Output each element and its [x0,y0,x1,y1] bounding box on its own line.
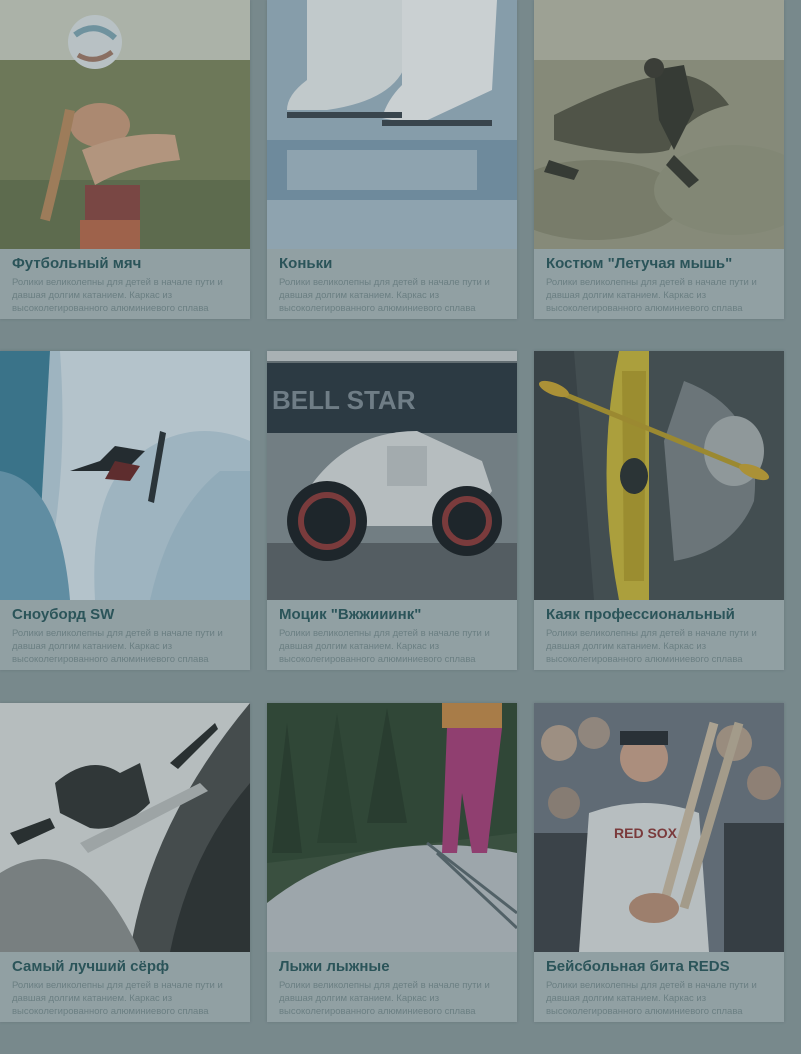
product-info: Моцик "Вжжииинк" Ролики великолепны для … [267,600,517,670]
snowboarder-icon[interactable] [0,351,250,600]
product-description: Ролики великолепны для детей в начале пу… [546,277,757,314]
product-card[interactable]: RED SOX Бейсбольная бита REDS Ролики вел… [534,703,784,1022]
product-info: Бейсбольная бита REDS Ролики великолепны… [534,952,784,1022]
product-card[interactable]: Каяк профессиональный Ролики великолепны… [534,351,784,670]
product-grid: Футбольный мяч Ролики великолепны для де… [0,0,801,1054]
product-info: Лыжи лыжные Ролики великолепны для детей… [267,952,517,1022]
product-title[interactable]: Моцик "Вжжииинк" [279,606,505,624]
product-title[interactable]: Коньки [279,255,505,273]
product-card[interactable]: Самый лучший сёрф Ролики великолепны для… [0,703,250,1022]
product-title[interactable]: Костюм "Летучая мышь" [546,255,772,273]
product-card[interactable]: BELL STAR Моцик "Вжжииинк" Ролики велико… [267,351,517,670]
product-description: Ролики великолепны для детей в начале пу… [546,980,757,1017]
kayak-icon[interactable] [534,351,784,600]
ice-skates-icon[interactable] [267,0,517,249]
product-card[interactable]: Коньки Ролики великолепны для детей в на… [267,0,517,319]
product-info: Костюм "Летучая мышь" Ролики великолепны… [534,249,784,319]
product-description: Ролики великолепны для детей в начале пу… [546,628,757,665]
product-info: Самый лучший сёрф Ролики великолепны для… [0,952,250,1022]
product-info: Сноуборд SW Ролики великолепны для детей… [0,600,250,670]
product-card[interactable]: Костюм "Летучая мышь" Ролики великолепны… [534,0,784,319]
product-description: Ролики великолепны для детей в начале пу… [12,277,223,314]
soccer-ball-player-icon[interactable] [0,0,250,249]
product-info: Футбольный мяч Ролики великолепны для де… [0,249,250,319]
svg-text:RED SOX: RED SOX [614,825,678,841]
wingsuit-flyer-icon[interactable] [534,0,784,249]
product-card[interactable]: Футбольный мяч Ролики великолепны для де… [0,0,250,319]
product-card[interactable]: Сноуборд SW Ролики великолепны для детей… [0,351,250,670]
product-description: Ролики великолепны для детей в начале пу… [279,980,490,1017]
product-info: Каяк профессиональный Ролики великолепны… [534,600,784,670]
product-title[interactable]: Сноуборд SW [12,606,238,624]
svg-text:BELL STAR: BELL STAR [272,385,416,415]
product-title[interactable]: Бейсбольная бита REDS [546,958,772,976]
baseball-player-icon[interactable]: RED SOX [534,703,784,952]
skier-icon[interactable] [267,703,517,952]
product-description: Ролики великолепны для детей в начале пу… [279,628,490,665]
product-title[interactable]: Каяк профессиональный [546,606,772,624]
product-title[interactable]: Самый лучший сёрф [12,958,238,976]
product-card[interactable]: Лыжи лыжные Ролики великолепны для детей… [267,703,517,1022]
product-description: Ролики великолепны для детей в начале пу… [12,980,223,1017]
product-description: Ролики великолепны для детей в начале пу… [12,628,223,665]
surfer-icon[interactable] [0,703,250,952]
product-info: Коньки Ролики великолепны для детей в на… [267,249,517,319]
motorcycle-icon[interactable]: BELL STAR [267,351,517,600]
product-title[interactable]: Футбольный мяч [12,255,238,273]
product-title[interactable]: Лыжи лыжные [279,958,505,976]
product-description: Ролики великолепны для детей в начале пу… [279,277,490,314]
